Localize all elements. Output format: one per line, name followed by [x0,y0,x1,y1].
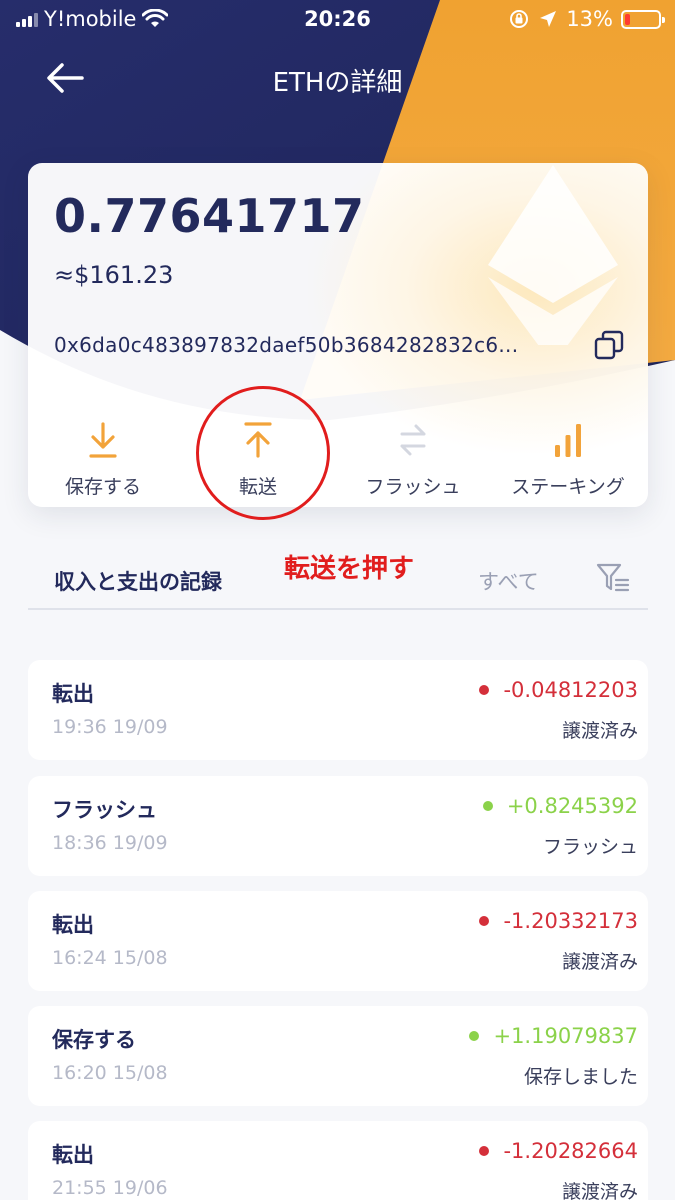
filter-button[interactable] [596,562,630,594]
record-time: 19:36 19/09 [52,716,168,738]
action-bar: 保存する 転送 フラッシュ ステーキング [28,418,648,498]
filter-icon [596,563,630,592]
record-type: 保存する [52,1028,136,1052]
record-status: 譲渡済み [561,720,638,742]
record-status: 譲渡済み [561,1181,638,1200]
record-type: 転出 [52,1143,94,1167]
record-time: 16:24 15/08 [52,947,168,969]
nav-bar: ETHの詳細 [0,50,675,106]
swap-button[interactable]: フラッシュ [338,418,488,499]
ethereum-logo-icon [488,165,618,345]
copy-address-button[interactable] [593,329,625,361]
status-dot [479,916,490,926]
page-title: ETHの詳細 [272,68,403,98]
record-amount-row: -0.04812203 [479,678,638,702]
record-amount: +0.8245392 [506,794,638,818]
record-amount-row: +1.19079837 [469,1024,638,1048]
deposit-label: 保存する [64,476,141,498]
record-amount-row: -1.20282664 [479,1139,638,1163]
record-item[interactable]: 保存する 16:20 15/08 +1.19079837 保存しました [28,1006,648,1106]
record-time: 18:36 19/09 [52,832,168,854]
record-item[interactable]: 転出 21:55 19/06 -1.20282664 譲渡済み [28,1121,648,1200]
swap-label: フラッシュ [365,476,461,498]
staking-button[interactable]: ステーキング [493,418,643,499]
battery-icon [621,9,665,29]
orientation-lock-icon [510,10,529,28]
status-right: 13% [508,7,665,31]
copy-icon [594,330,624,360]
record-amount: -1.20282664 [503,1139,638,1163]
status-bar: Y!mobile 20:26 13% [0,0,675,40]
bar-chart-icon [555,424,581,457]
record-amount-row: +0.8245392 [482,794,638,818]
record-amount-row: -1.20332173 [479,909,638,933]
record-item[interactable]: 転出 19:36 19/09 -0.04812203 譲渡済み [28,660,648,760]
filter-all-dropdown[interactable]: すべて [478,566,539,596]
record-status: 保存しました [523,1066,638,1088]
record-type: 転出 [52,682,94,706]
record-item[interactable]: 転出 16:24 15/08 -1.20332173 譲渡済み [28,891,648,991]
wallet-address: 0x6da0c483897832daef50b3684282832c6... [54,333,519,357]
balance-amount: 0.77641717 [54,189,365,243]
record-status: フラッシュ [542,836,638,858]
wallet-card: 0.77641717 ≈$161.23 0x6da0c483897832daef… [28,163,648,507]
record-time: 16:20 15/08 [52,1062,168,1084]
swap-icon [400,424,426,456]
records-title: 収入と支出の記録 [54,570,222,594]
annotation-circle [196,386,330,520]
fiat-value: ≈$161.23 [54,261,174,289]
record-type: 転出 [52,913,94,937]
record-type: フラッシュ [52,798,157,822]
record-status: 譲渡済み [561,951,638,973]
status-dot [469,1031,480,1041]
record-amount: -0.04812203 [503,678,638,702]
status-dot [482,801,493,811]
download-icon [89,422,117,458]
staking-label: ステーキング [511,476,625,498]
record-item[interactable]: フラッシュ 18:36 19/09 +0.8245392 フラッシュ [28,776,648,876]
record-amount: -1.20332173 [503,909,638,933]
battery-percent: 13% [566,7,613,31]
deposit-button[interactable]: 保存する [28,418,178,499]
records-header: 収入と支出の記録 すべて [28,560,648,610]
location-icon [540,11,557,27]
status-dot [479,1146,490,1156]
record-time: 21:55 19/06 [52,1177,168,1199]
record-amount: +1.19079837 [493,1024,638,1048]
status-dot [479,685,490,695]
